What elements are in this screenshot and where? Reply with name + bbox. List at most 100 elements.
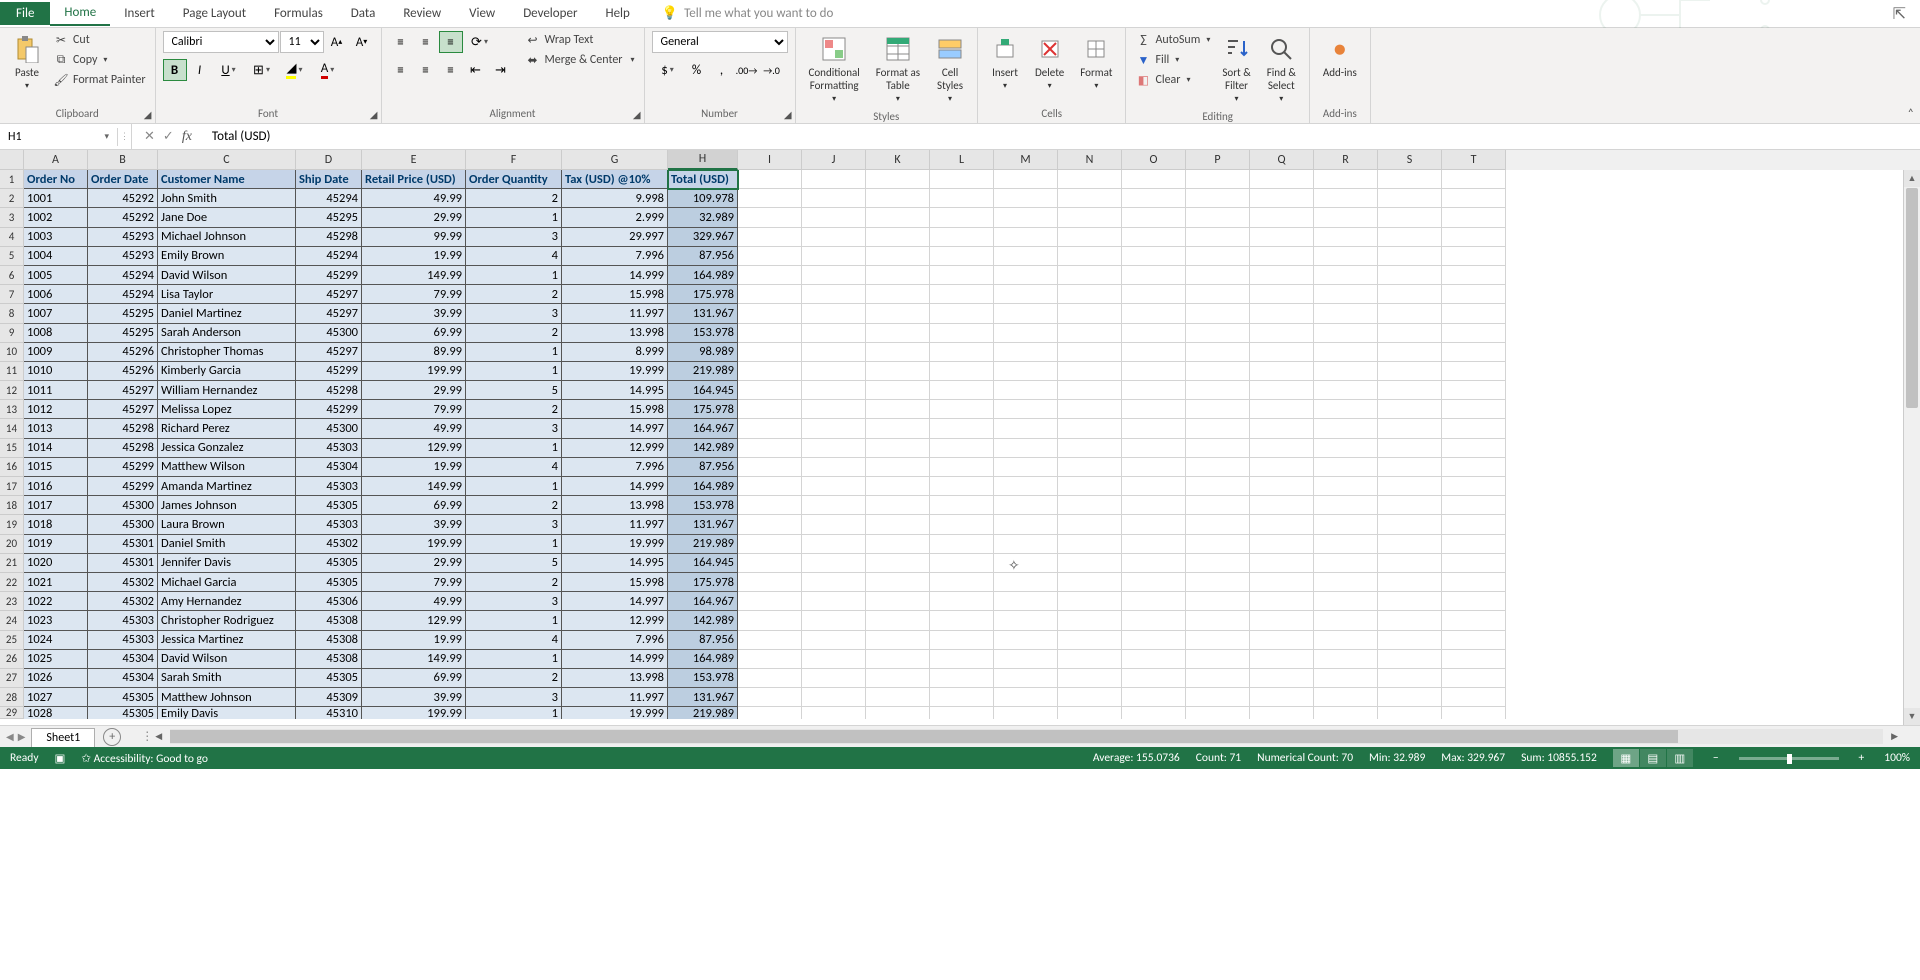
cell[interactable] bbox=[1378, 266, 1442, 285]
cell[interactable] bbox=[994, 362, 1058, 381]
data-cell[interactable]: Jessica Gonzalez bbox=[158, 439, 296, 458]
data-cell[interactable]: Daniel Smith bbox=[158, 535, 296, 554]
data-cell[interactable]: Christopher Rodriguez bbox=[158, 611, 296, 630]
cell[interactable] bbox=[802, 343, 866, 362]
cell[interactable] bbox=[1250, 515, 1314, 534]
cell[interactable] bbox=[738, 535, 802, 554]
data-cell[interactable]: 45292 bbox=[88, 189, 158, 208]
cell[interactable] bbox=[1378, 707, 1442, 719]
data-cell[interactable]: William Hernandez bbox=[158, 381, 296, 400]
cell[interactable] bbox=[1058, 515, 1122, 534]
cell[interactable] bbox=[1122, 304, 1186, 323]
cell[interactable] bbox=[738, 458, 802, 477]
cell[interactable] bbox=[1314, 669, 1378, 688]
fill-color-button[interactable]: ◢▾ bbox=[279, 59, 311, 81]
col-header-N[interactable]: N bbox=[1058, 150, 1122, 170]
cell[interactable] bbox=[994, 247, 1058, 266]
data-cell[interactable]: 1025 bbox=[24, 650, 88, 669]
cell[interactable] bbox=[1250, 304, 1314, 323]
data-cell[interactable]: 5 bbox=[466, 381, 562, 400]
cell[interactable] bbox=[1314, 592, 1378, 611]
data-cell[interactable]: 131.967 bbox=[668, 515, 738, 534]
data-cell[interactable]: 11.997 bbox=[562, 688, 668, 707]
cell[interactable] bbox=[1122, 707, 1186, 719]
data-cell[interactable]: 164.967 bbox=[668, 419, 738, 438]
data-cell[interactable]: 14.999 bbox=[562, 477, 668, 496]
cell[interactable] bbox=[1122, 343, 1186, 362]
cell[interactable] bbox=[738, 515, 802, 534]
data-cell[interactable]: 1024 bbox=[24, 631, 88, 650]
cell[interactable] bbox=[1314, 631, 1378, 650]
cell[interactable] bbox=[994, 477, 1058, 496]
cell[interactable] bbox=[1250, 573, 1314, 592]
data-cell[interactable]: 1012 bbox=[24, 400, 88, 419]
cell[interactable] bbox=[1314, 343, 1378, 362]
data-cell[interactable]: 45309 bbox=[296, 688, 362, 707]
cell[interactable] bbox=[994, 631, 1058, 650]
data-cell[interactable]: 1027 bbox=[24, 688, 88, 707]
tab-file[interactable]: File bbox=[0, 2, 50, 25]
tab-data[interactable]: Data bbox=[337, 2, 390, 25]
data-cell[interactable]: 45295 bbox=[296, 208, 362, 227]
cell[interactable] bbox=[930, 266, 994, 285]
underline-button[interactable]: U▾ bbox=[213, 59, 245, 81]
data-cell[interactable]: 175.978 bbox=[668, 285, 738, 304]
data-cell[interactable]: 45310 bbox=[296, 707, 362, 719]
data-cell[interactable]: 29.99 bbox=[362, 208, 466, 227]
cell[interactable] bbox=[1186, 496, 1250, 515]
data-cell[interactable]: 3 bbox=[466, 515, 562, 534]
cell[interactable] bbox=[1378, 688, 1442, 707]
cell[interactable] bbox=[866, 669, 930, 688]
data-cell[interactable]: 7.996 bbox=[562, 247, 668, 266]
cell[interactable] bbox=[1442, 208, 1506, 227]
row-header[interactable]: 21 bbox=[0, 554, 24, 573]
cell[interactable] bbox=[802, 458, 866, 477]
data-cell[interactable]: 1014 bbox=[24, 439, 88, 458]
comma-button[interactable]: , bbox=[710, 59, 734, 81]
cell[interactable] bbox=[930, 419, 994, 438]
data-cell[interactable]: 45305 bbox=[296, 573, 362, 592]
row-header[interactable]: 5 bbox=[0, 247, 24, 266]
cell[interactable] bbox=[1122, 266, 1186, 285]
cell[interactable] bbox=[1250, 458, 1314, 477]
data-cell[interactable]: 1016 bbox=[24, 477, 88, 496]
cell[interactable] bbox=[866, 304, 930, 323]
cell[interactable] bbox=[1122, 439, 1186, 458]
percent-button[interactable]: % bbox=[685, 59, 709, 81]
cell[interactable] bbox=[1186, 573, 1250, 592]
data-cell[interactable]: 14.995 bbox=[562, 554, 668, 573]
data-cell[interactable]: 45299 bbox=[296, 266, 362, 285]
cell[interactable] bbox=[1186, 189, 1250, 208]
cell[interactable] bbox=[866, 324, 930, 343]
cell[interactable] bbox=[1186, 285, 1250, 304]
data-cell[interactable]: 8.999 bbox=[562, 343, 668, 362]
data-cell[interactable]: 1018 bbox=[24, 515, 88, 534]
data-cell[interactable]: 2.999 bbox=[562, 208, 668, 227]
data-cell[interactable]: 1 bbox=[466, 439, 562, 458]
row-header[interactable]: 29 bbox=[0, 707, 24, 719]
cell[interactable] bbox=[1314, 362, 1378, 381]
cell[interactable] bbox=[994, 170, 1058, 189]
cell[interactable] bbox=[738, 707, 802, 719]
cell[interactable] bbox=[802, 304, 866, 323]
cell[interactable] bbox=[1314, 304, 1378, 323]
data-cell[interactable]: 11.997 bbox=[562, 515, 668, 534]
cell[interactable] bbox=[802, 496, 866, 515]
format-cells-button[interactable]: Format▾ bbox=[1074, 31, 1118, 96]
data-cell[interactable]: 87.956 bbox=[668, 631, 738, 650]
header-cell[interactable]: Customer Name bbox=[158, 170, 296, 189]
data-cell[interactable]: 45304 bbox=[88, 650, 158, 669]
cell[interactable] bbox=[1186, 439, 1250, 458]
data-cell[interactable]: John Smith bbox=[158, 189, 296, 208]
cell[interactable] bbox=[1442, 266, 1506, 285]
orientation-button[interactable]: ⟳▾ bbox=[464, 31, 496, 53]
cell[interactable] bbox=[1122, 458, 1186, 477]
cell[interactable] bbox=[930, 285, 994, 304]
sort-filter-button[interactable]: Sort & Filter▾ bbox=[1216, 31, 1256, 109]
cell[interactable] bbox=[802, 611, 866, 630]
data-cell[interactable]: 87.956 bbox=[668, 247, 738, 266]
cell[interactable] bbox=[1442, 611, 1506, 630]
cell[interactable] bbox=[802, 285, 866, 304]
cell[interactable] bbox=[1250, 324, 1314, 343]
delete-cells-button[interactable]: Delete▾ bbox=[1029, 31, 1070, 96]
